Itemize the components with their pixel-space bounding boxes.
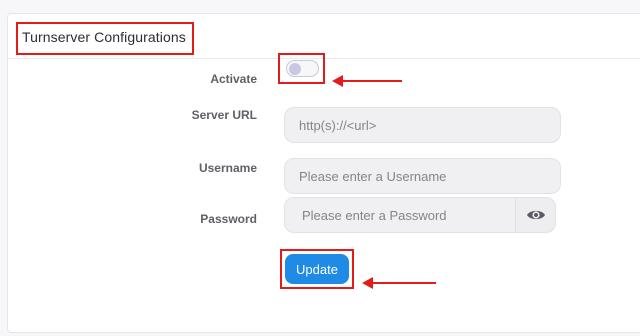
password-input[interactable] [284,197,516,233]
password-group [284,197,556,233]
toggle-knob [289,63,301,75]
activate-highlight-box [278,53,325,84]
username-input[interactable] [284,158,561,194]
activate-toggle[interactable] [286,60,319,77]
title-highlight-box: Turnserver Configurations [16,22,194,55]
server-url-label: Server URL [191,108,257,122]
eye-icon [526,210,545,220]
update-highlight-box: Update [280,249,354,289]
page-title: Turnserver Configurations [22,29,186,45]
arrow-left-icon [332,75,402,87]
activate-label: Activate [210,72,257,86]
update-button[interactable]: Update [285,254,349,284]
show-password-button[interactable] [515,197,556,233]
password-label: Password [200,212,257,226]
username-label: Username [198,161,257,175]
arrow-left-icon [362,277,436,289]
server-url-input[interactable] [284,107,561,143]
